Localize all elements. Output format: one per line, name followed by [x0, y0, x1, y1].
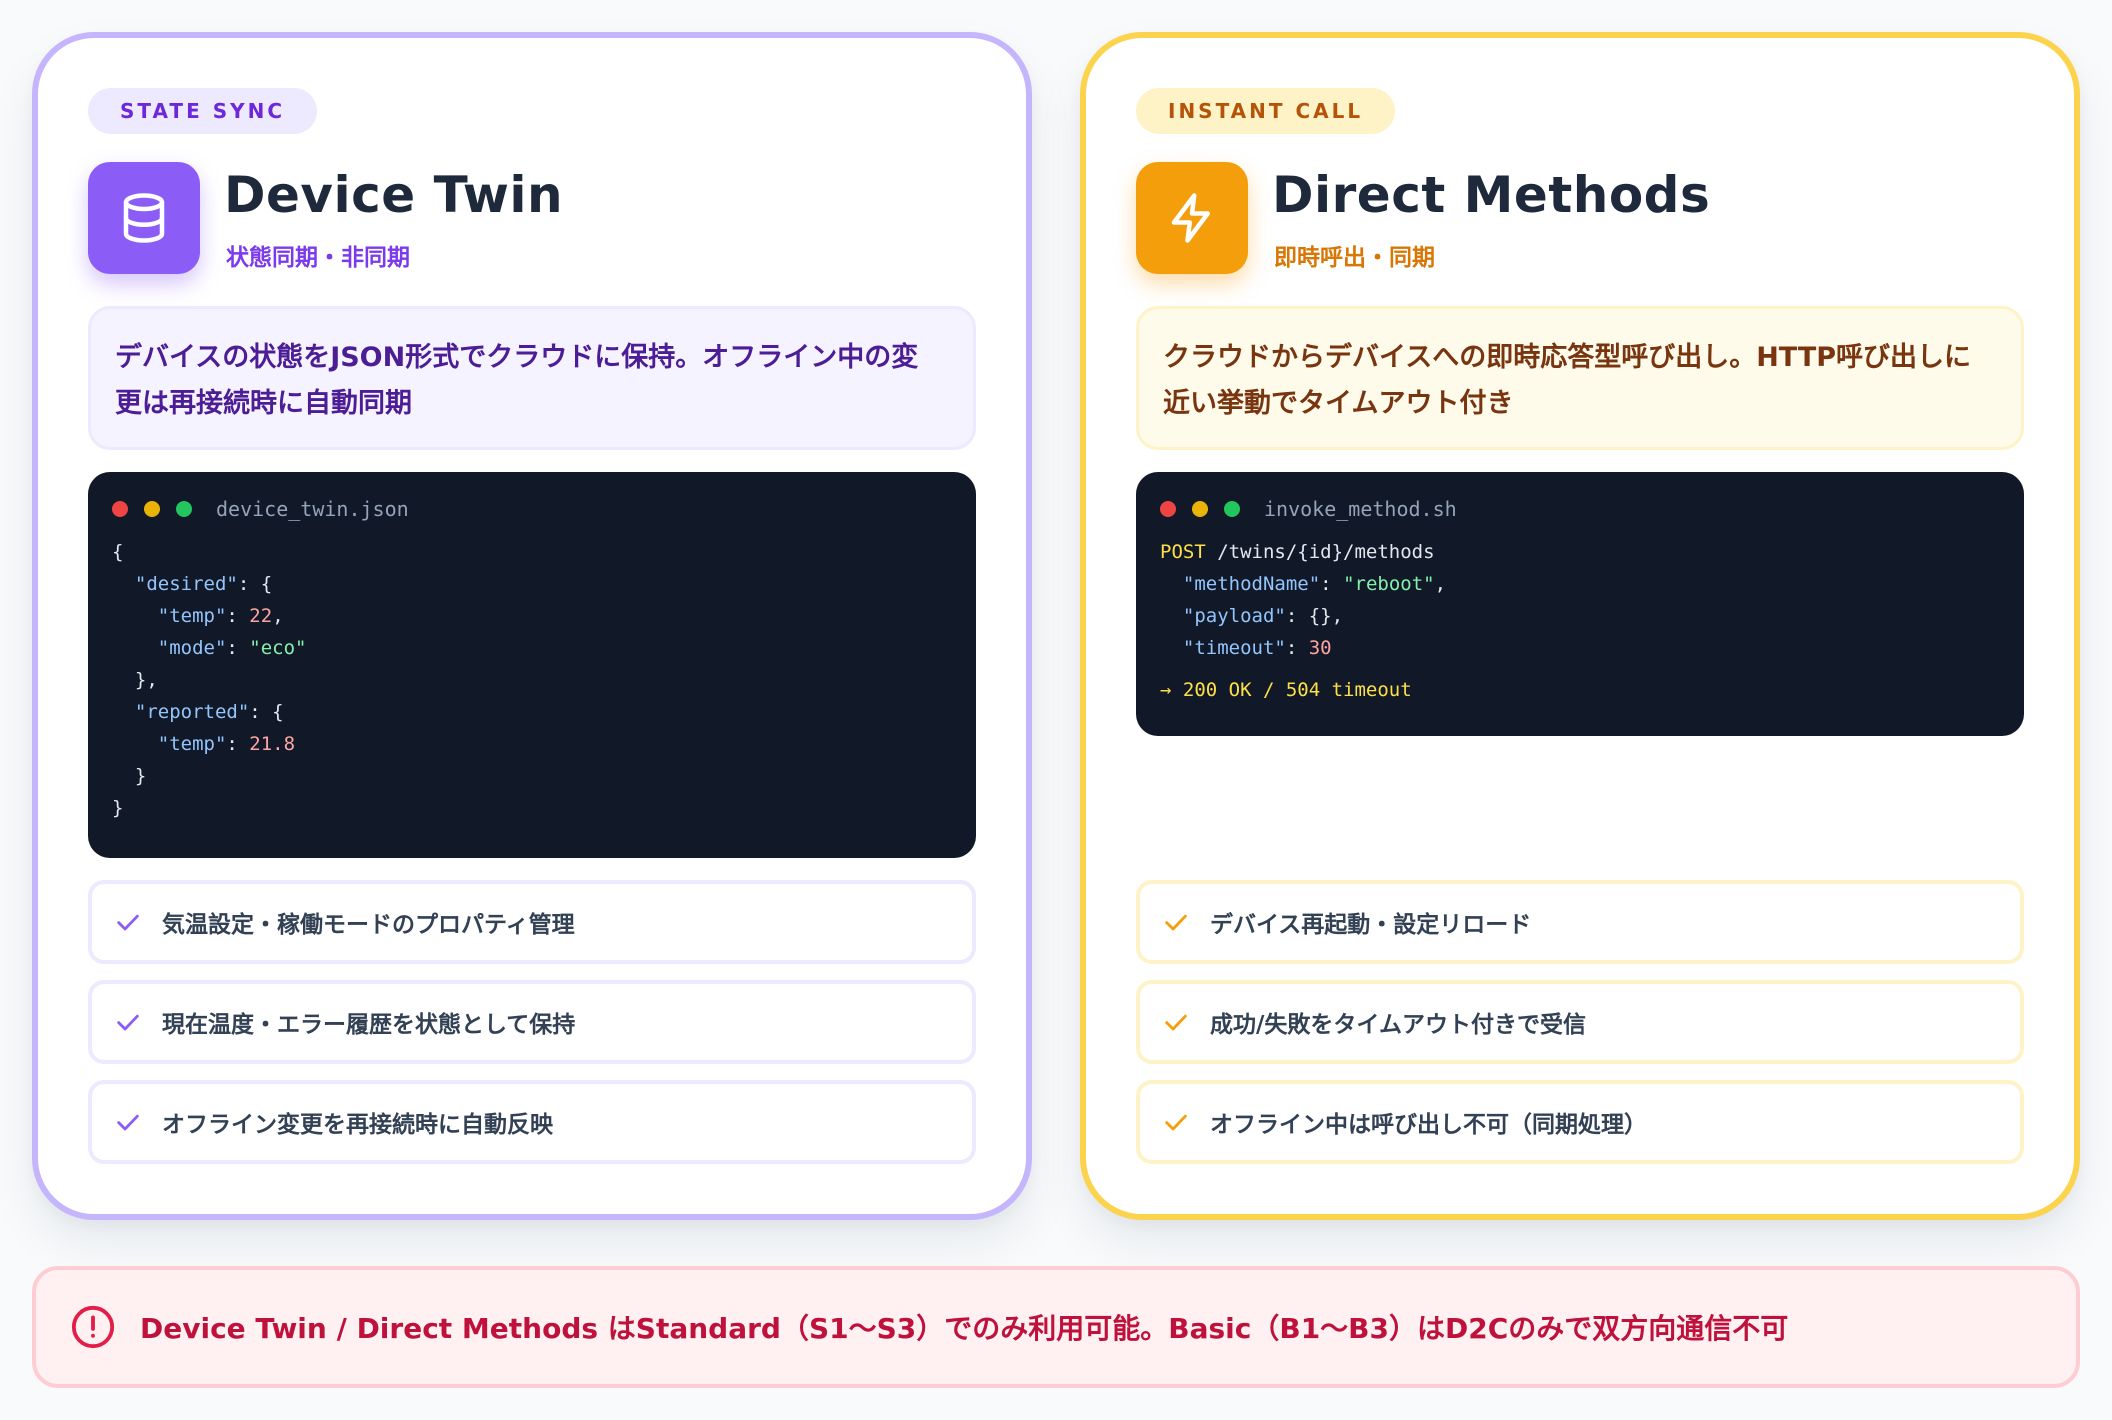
code-line: "methodName": "reboot",: [1182, 573, 1447, 595]
maximize-dot-icon: [1224, 501, 1240, 517]
code-window-header: device_twin.json: [112, 494, 952, 524]
direct-methods-card: INSTANT CALL Direct Methods 即時呼出・同期 クラウド…: [1080, 32, 2080, 1220]
check-icon: [1162, 1107, 1192, 1137]
check-icon: [1162, 1007, 1192, 1037]
card-subtitle: 即時呼出・同期: [1274, 245, 1435, 271]
feature-label: 気温設定・稼働モードのプロパティ管理: [162, 912, 575, 938]
code-filename: invoke_method.sh: [1264, 497, 1457, 521]
tier-warning-banner: Device Twin / Direct Methods はStandard（S…: [32, 1266, 2080, 1388]
code-line: "mode": "eco": [157, 637, 307, 659]
code-line: }: [134, 765, 147, 787]
alert-circle-icon: [70, 1303, 118, 1351]
comparison-page: STATE SYNC Device Twin 状態同期・非同期 デバイスの状態を…: [0, 0, 2112, 1420]
code-line: },: [134, 669, 158, 691]
description-line: デバイスの状態をJSON形式でクラウドに保持。オフライン中の変: [115, 342, 919, 373]
close-dot-icon: [1160, 501, 1176, 517]
feature-item: 気温設定・稼働モードのプロパティ管理: [88, 880, 976, 964]
check-icon: [114, 1107, 144, 1137]
feature-label: デバイス再起動・設定リロード: [1210, 912, 1532, 938]
minimize-dot-icon: [144, 501, 160, 517]
check-icon: [114, 1007, 144, 1037]
code-line: "payload": {},: [1182, 605, 1344, 627]
code-line: "reported": {: [134, 701, 284, 723]
feature-item: デバイス再起動・設定リロード: [1136, 880, 2024, 964]
response-line: → 200 OK / 504 timeout: [1160, 679, 1412, 701]
card-description: デバイスの状態をJSON形式でクラウドに保持。オフライン中の変 更は再接続時に自…: [88, 306, 976, 450]
code-line: "desired": {: [134, 573, 273, 595]
instant-call-tag: INSTANT CALL: [1136, 88, 1396, 134]
code-window: device_twin.json { "desired": { "temp": …: [88, 472, 976, 858]
feature-item: 現在温度・エラー履歴を状態として保持: [88, 980, 976, 1064]
code-line: }: [112, 797, 124, 819]
feature-label: 成功/失敗をタイムアウト付きで受信: [1210, 1012, 1586, 1038]
description-line: 近い挙動でタイムアウト付き: [1163, 388, 1514, 419]
code-line: "timeout": 30: [1182, 637, 1332, 659]
feature-item: オフライン中は呼び出し不可（同期処理）: [1136, 1080, 2024, 1164]
code-line: "temp": 21.8: [157, 733, 296, 755]
code-line: "temp": 22,: [157, 605, 284, 627]
feature-label: オフライン変更を再接続時に自動反映: [162, 1112, 553, 1138]
card-title: Device Twin: [224, 166, 564, 224]
feature-item: オフライン変更を再接続時に自動反映: [88, 1080, 976, 1164]
description-line: 更は再接続時に自動同期: [115, 388, 412, 419]
database-icon: [88, 162, 200, 274]
card-description: クラウドからデバイスへの即時応答型呼び出し。HTTP呼び出しに 近い挙動でタイム…: [1136, 306, 2024, 450]
code-window: invoke_method.sh POST /twins/{id}/method…: [1136, 472, 2024, 736]
code-filename: device_twin.json: [216, 497, 409, 521]
feature-label: オフライン中は呼び出し不可（同期処理）: [1210, 1112, 1647, 1138]
card-title: Direct Methods: [1272, 166, 1711, 224]
device-twin-card: STATE SYNC Device Twin 状態同期・非同期 デバイスの状態を…: [32, 32, 1032, 1220]
feature-label: 現在温度・エラー履歴を状態として保持: [162, 1012, 576, 1038]
maximize-dot-icon: [176, 501, 192, 517]
description-line: クラウドからデバイスへの即時応答型呼び出し。HTTP呼び出しに: [1163, 342, 1972, 373]
code-line: POST /twins/{id}/methods: [1160, 541, 1435, 563]
warning-text: Device Twin / Direct Methods はStandard（S…: [140, 1312, 1789, 1345]
close-dot-icon: [112, 501, 128, 517]
code-line: {: [112, 541, 124, 563]
card-subtitle: 状態同期・非同期: [226, 245, 410, 271]
feature-item: 成功/失敗をタイムアウト付きで受信: [1136, 980, 2024, 1064]
minimize-dot-icon: [1192, 501, 1208, 517]
state-sync-tag: STATE SYNC: [88, 88, 317, 134]
code-window-header: invoke_method.sh: [1160, 494, 2000, 524]
lightning-bolt-icon: [1136, 162, 1248, 274]
check-icon: [114, 907, 144, 937]
check-icon: [1162, 907, 1192, 937]
